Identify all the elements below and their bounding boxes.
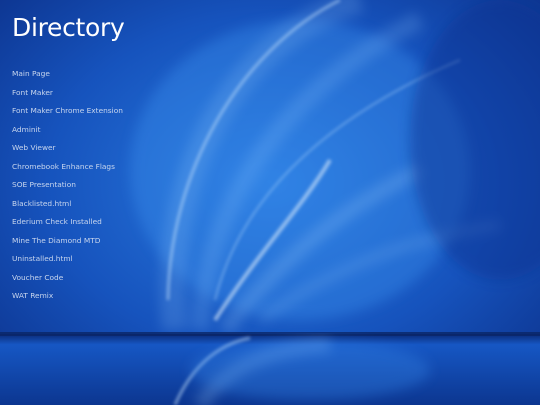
list-item: Blacklisted.html (12, 192, 123, 211)
link-wat-remix[interactable]: WAT Remix (12, 291, 53, 300)
link-chromebook-enhance-flags[interactable]: Chromebook Enhance Flags (12, 162, 115, 171)
link-web-viewer[interactable]: Web Viewer (12, 143, 56, 152)
link-main-page[interactable]: Main Page (12, 69, 50, 78)
list-item: Voucher Code (12, 266, 123, 285)
link-font-maker-chrome-extension[interactable]: Font Maker Chrome Extension (12, 106, 123, 115)
list-item: Font Maker Chrome Extension (12, 99, 123, 118)
list-item: Web Viewer (12, 136, 123, 155)
list-item: Chromebook Enhance Flags (12, 155, 123, 174)
link-adminit[interactable]: Adminit (12, 125, 41, 134)
list-item: Uninstalled.html (12, 247, 123, 266)
link-font-maker[interactable]: Font Maker (12, 88, 53, 97)
list-item: Font Maker (12, 81, 123, 100)
link-ederium-check-installed[interactable]: Ederium Check Installed (12, 217, 102, 226)
page-content: Directory Main Page Font Maker Font Make… (0, 0, 540, 405)
link-uninstalled[interactable]: Uninstalled.html (12, 254, 73, 263)
page-title: Directory (12, 13, 125, 42)
link-mine-the-diamond-mtd[interactable]: Mine The Diamond MTD (12, 236, 100, 245)
list-item: Ederium Check Installed (12, 210, 123, 229)
list-item: WAT Remix (12, 284, 123, 303)
link-voucher-code[interactable]: Voucher Code (12, 273, 63, 282)
link-blacklisted[interactable]: Blacklisted.html (12, 199, 71, 208)
list-item: Main Page (12, 62, 123, 81)
list-item: Mine The Diamond MTD (12, 229, 123, 248)
list-item: SOE Presentation (12, 173, 123, 192)
list-item: Adminit (12, 118, 123, 137)
directory-link-list: Main Page Font Maker Font Maker Chrome E… (12, 62, 123, 303)
link-soe-presentation[interactable]: SOE Presentation (12, 180, 76, 189)
